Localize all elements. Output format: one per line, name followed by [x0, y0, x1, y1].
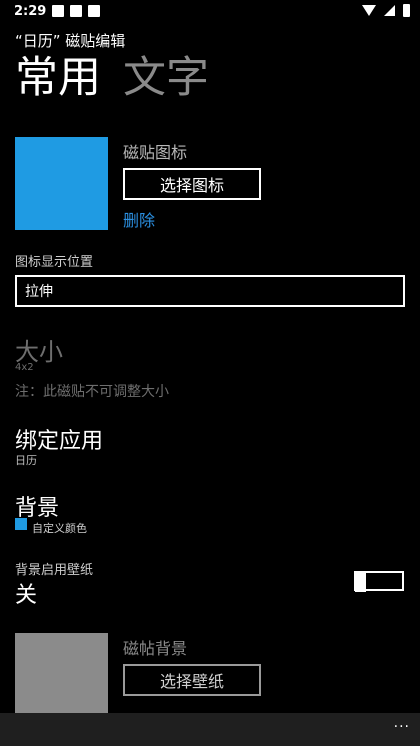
bound-app-value: 日历 [15, 454, 37, 467]
app-bar [0, 713, 420, 746]
tile-background-label: 磁帖背景 [123, 639, 188, 658]
battery-icon [403, 4, 410, 17]
wallpaper-label: 背景启用壁纸 [15, 563, 94, 578]
tile-icon-label: 磁贴图标 [123, 143, 188, 162]
signal-icon [384, 5, 395, 16]
size-value: 4x2 [15, 362, 34, 373]
wallpaper-toggle[interactable] [354, 571, 404, 592]
notification-grid-icon [88, 5, 100, 17]
delete-link[interactable]: 删除 [123, 207, 155, 231]
pivot-tabs: 常用 文字 [15, 52, 209, 104]
icon-position-select[interactable]: 拉伸 [15, 275, 405, 307]
notification-app-icon [70, 5, 82, 17]
icon-position-label: 图标显示位置 [15, 255, 94, 270]
tab-common[interactable]: 常用 [15, 52, 101, 104]
choose-wallpaper-button[interactable]: 选择壁纸 [123, 664, 261, 696]
notification-icons [52, 5, 100, 17]
bound-app-title[interactable]: 绑定应用 [15, 423, 103, 455]
status-time: 2:29 [14, 4, 47, 19]
icon-position-value: 拉伸 [25, 284, 53, 300]
notification-a-icon [52, 5, 64, 17]
tab-text[interactable]: 文字 [123, 52, 209, 104]
more-options-icon[interactable]: ... [394, 715, 410, 731]
tile-preview [15, 137, 108, 230]
choose-icon-button[interactable]: 选择图标 [123, 168, 261, 200]
system-icons [362, 4, 410, 17]
toggle-thumb[interactable] [355, 572, 366, 592]
wifi-icon [362, 5, 376, 16]
background-color-swatch [15, 518, 27, 530]
tile-background-preview [15, 633, 108, 713]
page-title: “日历” 磁贴编辑 [15, 32, 126, 50]
wallpaper-state: 关 [15, 583, 38, 608]
background-custom-color[interactable]: 自定义颜色 [32, 520, 87, 536]
size-note: 注：此磁贴不可调整大小 [15, 384, 169, 400]
